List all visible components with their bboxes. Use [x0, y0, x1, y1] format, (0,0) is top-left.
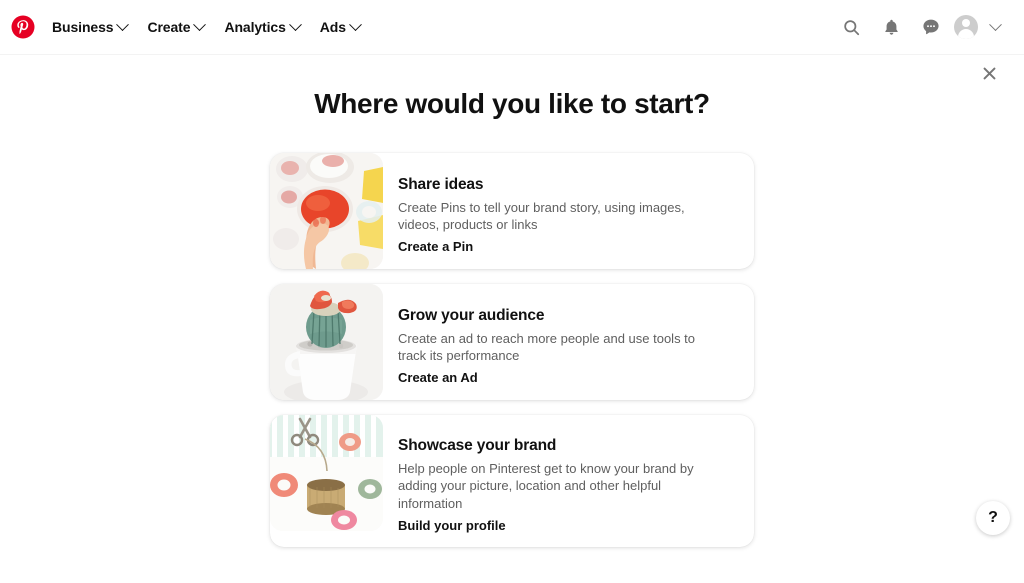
avatar[interactable] — [954, 15, 978, 39]
chevron-down-icon — [288, 17, 302, 31]
card-grow-your-audience-body: Grow your audience Create an ad to reach… — [383, 284, 754, 400]
chevron-down-icon — [349, 17, 362, 31]
card-showcase-your-brand-body: Showcase your brand Help people on Pinte… — [383, 415, 754, 547]
nav-item-ads-label: Ads — [319, 19, 346, 35]
chevron-down-icon — [116, 17, 130, 31]
card-cta-create-a-pin[interactable]: Create a Pin — [398, 239, 736, 254]
nav-right-group — [834, 10, 1006, 44]
card-description: Help people on Pinterest get to know you… — [398, 461, 694, 511]
start-options-list: Share ideas Create Pins to tell your bra… — [270, 153, 754, 547]
top-navigation-bar: Business Create Analytics Ads — [0, 0, 1024, 55]
avatar-head-shape — [962, 19, 970, 27]
card-title: Showcase your brand — [398, 437, 557, 454]
nav-left-group: Business Create Analytics Ads — [10, 13, 370, 41]
avatar-body-shape — [958, 29, 974, 39]
nav-item-create-label: Create — [147, 19, 191, 35]
card-cta-create-an-ad[interactable]: Create an Ad — [398, 370, 736, 385]
card-share-ideas[interactable]: Share ideas Create Pins to tell your bra… — [270, 153, 754, 269]
card-grow-your-audience[interactable]: Grow your audience Create an ad to reach… — [270, 284, 754, 400]
main-content: Where would you like to start? Share ide… — [0, 55, 1024, 547]
nav-item-analytics-label: Analytics — [224, 19, 286, 35]
card-cta-build-your-profile[interactable]: Build your profile — [398, 518, 736, 533]
nav-item-ads[interactable]: Ads — [310, 13, 370, 41]
help-button[interactable]: ? — [976, 500, 1010, 535]
messages-chat-icon[interactable] — [914, 10, 948, 44]
card-description: Create Pins to tell your brand story, us… — [398, 199, 685, 232]
search-icon[interactable] — [834, 10, 868, 44]
nav-item-create[interactable]: Create — [137, 13, 214, 41]
flowering-cactus-in-mug-photo — [270, 284, 383, 400]
chevron-down-icon — [193, 17, 207, 31]
nav-item-business-label: Business — [52, 19, 114, 35]
card-title: Share ideas — [398, 175, 484, 193]
pinterest-logo-icon[interactable] — [10, 14, 36, 40]
craft-supplies-twine-scissors-photo — [270, 415, 383, 531]
card-description: Create an ad to reach more people and us… — [398, 330, 696, 363]
card-share-ideas-body: Share ideas Create Pins to tell your bra… — [383, 153, 754, 269]
card-title: Grow your audience — [398, 306, 545, 324]
page-title: Where would you like to start? — [314, 88, 710, 119]
close-button[interactable] — [974, 58, 1004, 88]
baking-hand-red-bowl-photo — [270, 153, 383, 269]
notifications-bell-icon[interactable] — [874, 10, 908, 44]
nav-item-analytics[interactable]: Analytics — [214, 13, 309, 41]
card-showcase-your-brand[interactable]: Showcase your brand Help people on Pinte… — [270, 415, 754, 547]
account-menu-chevron-down-icon[interactable] — [984, 12, 1006, 42]
nav-item-business[interactable]: Business — [42, 13, 137, 41]
